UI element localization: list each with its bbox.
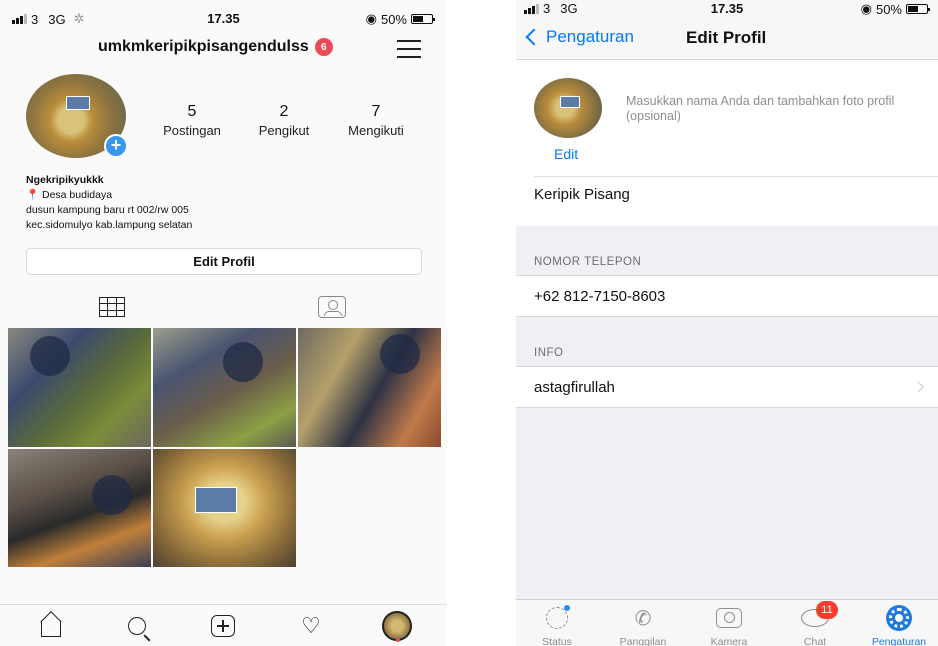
grid-icon [98, 297, 125, 317]
menu-icon[interactable] [397, 40, 421, 58]
tab-settings[interactable]: Pengaturan [864, 604, 934, 646]
page-title: Edit Profil [686, 28, 767, 47]
phone-section-label: NOMOR TELEPON [534, 256, 642, 268]
name-field[interactable]: Keripik Pisang [534, 176, 938, 226]
instagram-profile-screen: 3 3G ✲ 17.35 ◉ 50% umkmkeripikpisangendu… [0, 0, 447, 646]
location-pin-icon: 📍 [26, 189, 40, 201]
nav-add-post[interactable] [208, 613, 238, 639]
tab-bar: Status ✆ Panggilan Kamera 11 Chat Pengat… [516, 599, 938, 646]
home-icon [41, 621, 61, 637]
add-story-icon[interactable]: + [104, 134, 128, 158]
phone-icon: ✆ [634, 607, 652, 630]
gear-icon [886, 605, 912, 631]
search-icon [128, 617, 146, 635]
add-post-icon [211, 615, 235, 637]
network-label: 3G [560, 1, 578, 16]
post-thumbnail[interactable] [153, 328, 296, 447]
profile-bio: Ngekripikyukkk 📍 Desa budidaya dusun kam… [26, 173, 192, 233]
stat-posts[interactable]: 5 Postingan [152, 103, 232, 138]
username-switcher[interactable]: umkmkeripikpisangendulss 6 [98, 38, 333, 56]
network-label: 3G [48, 11, 66, 27]
edit-profile-button[interactable]: Edit Profil [26, 248, 422, 275]
battery-icon [411, 14, 435, 24]
bottom-nav: ♡ [0, 604, 447, 646]
loading-icon: ✲ [73, 11, 85, 26]
back-button[interactable]: Pengaturan [524, 27, 634, 47]
notification-badge: 6 [314, 38, 333, 56]
nav-activity[interactable]: ♡ [296, 613, 326, 639]
info-section-label: INFO [534, 347, 564, 359]
nav-header: Pengaturan Edit Profil [516, 18, 938, 60]
display-name: Ngekripikyukkk [26, 174, 104, 186]
tab-calls[interactable]: ✆ Panggilan [608, 604, 678, 646]
chevron-left-icon [525, 28, 543, 46]
bio-line: kec.sidomulyo kab.lampung selatan [26, 219, 193, 231]
carrier-label: 3 [31, 11, 39, 27]
profile-photo[interactable] [534, 78, 602, 138]
post-thumbnail[interactable] [298, 328, 441, 447]
unread-badge: 11 [816, 601, 838, 619]
profile-section: Edit Masukkan nama Anda dan tambahkan fo… [516, 60, 938, 226]
battery-icon [906, 4, 930, 14]
tagged-user-icon [317, 296, 346, 318]
nav-home[interactable] [36, 613, 66, 639]
status-icon [546, 605, 570, 629]
status-bar: 3 3G ✲ 17.35 ◉ 50% [0, 0, 447, 30]
profile-avatar-small [382, 611, 412, 641]
camera-icon [716, 608, 742, 628]
profile-hint: Masukkan nama Anda dan tambahkan foto pr… [626, 94, 895, 123]
status-bar: 3 3G 17.35 ◉ 50% [516, 0, 938, 18]
stat-followers[interactable]: 2 Pengikut [244, 103, 324, 138]
edit-photo-link[interactable]: Edit [554, 146, 578, 162]
phone-number-row[interactable]: +62 812-7150-8603 [516, 275, 938, 317]
tab-status[interactable]: Status [522, 604, 592, 646]
tab-grid[interactable] [0, 292, 223, 322]
alarm-icon: ◉ [365, 11, 377, 26]
signal-icon [12, 14, 27, 24]
tab-chats[interactable]: 11 Chat [780, 601, 850, 646]
post-thumbnail[interactable] [8, 449, 151, 567]
nav-profile[interactable] [382, 611, 412, 641]
heart-icon: ♡ [301, 613, 321, 638]
status-time: 17.35 [710, 1, 744, 16]
back-label: Pengaturan [546, 27, 634, 46]
battery-percent: 50% [380, 11, 407, 27]
tab-camera[interactable]: Kamera [694, 604, 764, 646]
signal-icon [524, 3, 539, 14]
activity-dot [396, 638, 400, 642]
nav-search[interactable] [122, 613, 152, 639]
chevron-right-icon [912, 381, 924, 393]
info-row[interactable]: astagfirullah [516, 366, 938, 408]
status-time: 17.35 [207, 11, 240, 26]
tab-tagged[interactable] [220, 292, 443, 322]
whatsapp-edit-profile-screen: 3 3G 17.35 ◉ 50% Pengaturan Edit Profil … [516, 0, 938, 646]
info-value: astagfirullah [534, 379, 615, 396]
profile-header: umkmkeripikpisangendulss 6 [0, 30, 447, 70]
bio-location: Desa budidaya [42, 189, 113, 201]
bio-line: dusun kampung baru rt 002/rw 005 [26, 204, 189, 216]
alarm-icon: ◉ [860, 1, 872, 16]
post-thumbnail[interactable] [153, 449, 296, 567]
carrier-label: 3 [543, 1, 551, 16]
username: umkmkeripikpisangendulss [98, 38, 309, 55]
stat-following[interactable]: 7 Mengikuti [336, 103, 416, 138]
battery-percent: 50% [875, 1, 902, 17]
post-thumbnail[interactable] [8, 328, 151, 447]
